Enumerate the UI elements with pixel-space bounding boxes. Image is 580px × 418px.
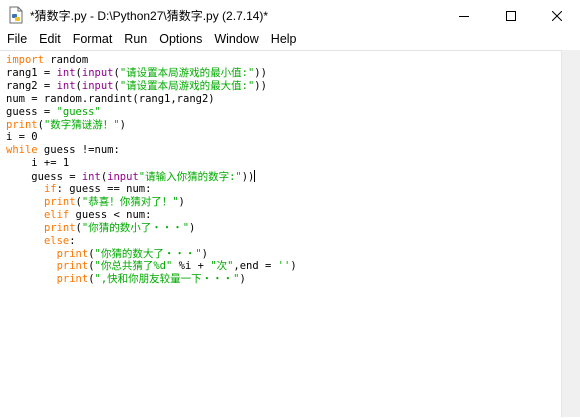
- code-line: print("你猜的数小了・・・"): [6, 222, 195, 235]
- text-cursor: [254, 170, 256, 183]
- code-token: "请设置本局游戏的最大值:": [119, 79, 255, 92]
- python-file-icon[interactable]: [8, 6, 24, 24]
- code-token: ",快和你朋友较量一下・・・": [94, 273, 240, 286]
- code-line: if: guess == num:: [6, 183, 151, 196]
- code-token: input: [81, 66, 114, 79]
- close-icon: [551, 6, 563, 25]
- code-token: int: [56, 66, 76, 79]
- code-token: "恭喜！你猜对了！": [81, 195, 179, 208]
- code-token: while: [6, 144, 38, 157]
- code-token: i += 1: [6, 157, 70, 170]
- code-token: input: [107, 171, 139, 184]
- code-token: "guess": [56, 105, 101, 118]
- code-token: ): [239, 273, 246, 286]
- code-token: ): [290, 260, 297, 273]
- code-token: rang2 =: [6, 79, 57, 92]
- code-token: guess =: [6, 171, 82, 184]
- menu-format[interactable]: Format: [67, 30, 119, 49]
- vertical-scrollbar[interactable]: [561, 50, 580, 417]
- code-token: print: [43, 221, 76, 234]
- code-token: )): [241, 171, 255, 184]
- code-token: print: [56, 273, 89, 286]
- code-token: input: [81, 79, 114, 92]
- menu-edit[interactable]: Edit: [33, 30, 67, 49]
- code-token: num = random.randint(rang1,rang2): [6, 92, 215, 105]
- code-editor[interactable]: import random rang1 = int(input("请设置本局游戏的…: [0, 50, 561, 418]
- code-token: int: [56, 79, 76, 92]
- code-line: print(",快和你朋友较量一下・・・"): [6, 273, 246, 286]
- code-line: while guess !=num:: [6, 144, 120, 157]
- code-token: print: [43, 195, 76, 208]
- code-token: ): [119, 118, 126, 131]
- code-token: "请设置本局游戏的最小值:": [119, 66, 255, 79]
- code-token: if: [43, 183, 57, 195]
- code-token: "次": [210, 260, 234, 273]
- code-line: print("你猜的数大了・・・"): [6, 248, 208, 261]
- code-token: "请输入你猜的数字:": [138, 171, 242, 184]
- code-token: "你猜的数大了・・・": [94, 247, 202, 260]
- menu-file[interactable]: File: [0, 30, 33, 49]
- maximize-button[interactable]: [488, 0, 534, 30]
- code-line: rang1 = int(input("请设置本局游戏的最小值:")): [6, 67, 267, 80]
- code-line: guess = "guess": [6, 106, 101, 119]
- code-line: else:: [6, 235, 76, 248]
- code-line: elif guess < num:: [6, 209, 151, 222]
- code-token: ): [189, 221, 196, 234]
- code-token: guess < num:: [69, 208, 152, 221]
- code-token: i = 0: [6, 131, 38, 144]
- menu-bar: File Edit Format Run Options Window Help: [0, 30, 580, 49]
- code-line: i += 1: [6, 157, 69, 170]
- window-title: *猜数字.py - D:\Python27\猜数字.py (2.7.14)*: [30, 9, 269, 23]
- menu-help[interactable]: Help: [265, 30, 303, 49]
- code-token: "你猜的数小了・・・": [81, 221, 190, 234]
- code-token: else: [43, 234, 70, 247]
- code-token: guess =: [6, 105, 57, 118]
- code-token: int: [81, 171, 101, 184]
- code-token: : guess == num:: [56, 183, 152, 195]
- minimize-button[interactable]: [441, 0, 487, 30]
- code-token: ): [178, 195, 185, 208]
- code-line: guess = int(input"请输入你猜的数字:")): [6, 170, 256, 184]
- code-line: print("数字猜谜游！"): [6, 119, 126, 132]
- code-token: print: [6, 118, 38, 131]
- code-token: guess !=num:: [37, 144, 120, 157]
- code-token: "数字猜谜游！": [43, 118, 120, 131]
- code-token: )): [254, 66, 267, 79]
- code-token: '': [277, 260, 291, 273]
- code-token: print: [56, 247, 89, 260]
- code-token: ): [201, 247, 208, 260]
- minimize-icon: [459, 6, 469, 25]
- code-token: ,end =: [233, 260, 278, 273]
- code-token: print: [56, 260, 89, 273]
- title-bar[interactable]: *猜数字.py - D:\Python27\猜数字.py (2.7.14)*: [0, 0, 580, 30]
- code-line: rang2 = int(input("请设置本局游戏的最大值:")): [6, 80, 267, 93]
- code-line: num = random.randint(rang1,rang2): [6, 93, 215, 106]
- code-token: import: [6, 54, 44, 66]
- code-token: elif: [43, 208, 70, 221]
- code-token: rang1 =: [6, 66, 57, 79]
- code-token: "你总共猜了%d": [94, 260, 173, 273]
- close-button[interactable]: [534, 0, 580, 30]
- code-token: %i +: [172, 260, 211, 273]
- code-token: random: [43, 54, 89, 66]
- code-line: i = 0: [6, 131, 38, 144]
- code-line: print("你总共猜了%d" %i + "次",end = ''): [6, 260, 297, 273]
- maximize-icon: [506, 6, 516, 25]
- code-token: :: [69, 234, 76, 247]
- code-line: print("恭喜！你猜对了！"): [6, 196, 185, 209]
- code-token: )): [254, 79, 267, 92]
- menu-window[interactable]: Window: [208, 30, 264, 49]
- menu-run[interactable]: Run: [118, 30, 153, 49]
- code-line: import random: [6, 54, 88, 67]
- menu-options[interactable]: Options: [153, 30, 208, 49]
